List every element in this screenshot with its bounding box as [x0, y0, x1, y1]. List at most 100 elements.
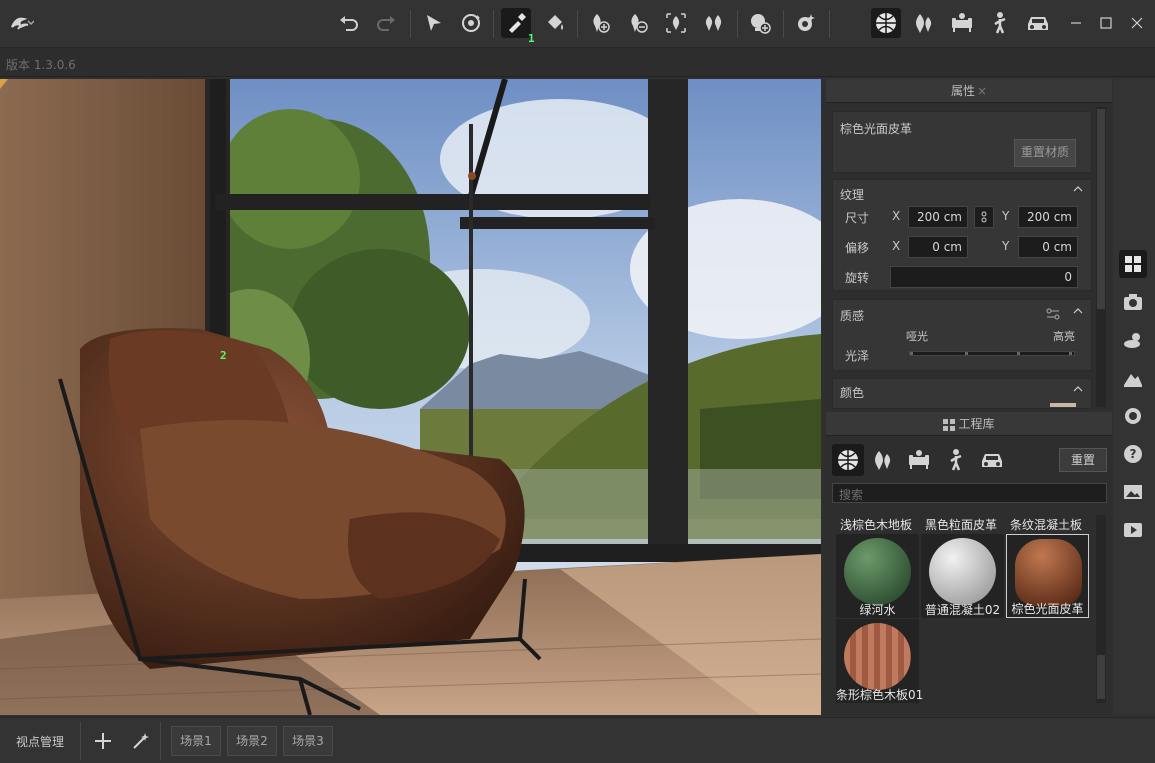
close-icon[interactable]	[1122, 8, 1152, 38]
material-tab-icon[interactable]	[832, 444, 864, 476]
redo-icon[interactable]	[371, 8, 401, 38]
sun-settings-icon[interactable]	[791, 8, 821, 38]
color-swatch[interactable]	[1050, 403, 1076, 407]
scene-tab-3[interactable]: 场景3	[283, 726, 333, 756]
divider	[80, 722, 81, 760]
offset-label: 偏移	[845, 241, 870, 255]
maximize-icon[interactable]	[1091, 8, 1121, 38]
select-arrow-icon[interactable]	[418, 8, 448, 38]
offset-x-input[interactable]: 0 cm	[908, 236, 968, 258]
orbit-icon[interactable]	[456, 8, 486, 38]
furniture-tab-icon[interactable]	[903, 444, 935, 476]
library-search-input[interactable]: 搜索	[832, 483, 1107, 503]
minimize-icon[interactable]	[1061, 8, 1091, 38]
offset-y-input[interactable]: 0 cm	[1018, 236, 1078, 258]
people-library-icon[interactable]	[985, 8, 1015, 38]
paint-bucket-icon[interactable]	[540, 8, 570, 38]
material-tile-selected[interactable]: 棕色光面皮革	[1006, 534, 1089, 618]
collapse-icon[interactable]	[1073, 384, 1083, 394]
vehicle-library-icon[interactable]	[1023, 8, 1053, 38]
properties-title: 属性	[950, 84, 975, 98]
material-preview	[1015, 539, 1082, 606]
3d-viewport[interactable]: 2	[0, 79, 821, 715]
properties-header: 属性 ×	[826, 79, 1112, 103]
quality-label: 质感	[840, 309, 865, 323]
add-scene-icon[interactable]	[92, 730, 114, 752]
gloss-slider[interactable]	[909, 351, 1075, 356]
scatter-tree-icon[interactable]	[661, 8, 691, 38]
undo-icon[interactable]	[334, 8, 364, 38]
svg-text:?: ?	[1130, 447, 1137, 461]
material-tile[interactable]: 绿河水	[836, 534, 919, 618]
people-tab-icon[interactable]	[940, 444, 972, 476]
settings-icon[interactable]	[1119, 402, 1147, 430]
collapse-icon[interactable]	[1073, 306, 1083, 316]
right-sidebar: ?	[1113, 79, 1155, 715]
image-icon[interactable]	[1119, 478, 1147, 506]
library-scrollbar[interactable]	[1096, 515, 1106, 703]
properties-close[interactable]: ×	[977, 84, 987, 98]
viewpoint-manager-button[interactable]: 视点管理	[16, 733, 64, 750]
camera-icon[interactable]	[1119, 288, 1147, 316]
library-item-label[interactable]: 条纹混凝土板	[1010, 516, 1082, 533]
logo-icon[interactable]	[6, 8, 36, 38]
library-title: 工程库	[958, 417, 995, 431]
toolbar-divider	[829, 10, 830, 38]
scene-tab-2[interactable]: 场景2	[227, 726, 277, 756]
settings-toggle-icon[interactable]	[1046, 308, 1060, 320]
color-label: 颜色	[840, 386, 865, 400]
offset-y-label: Y	[1002, 239, 1010, 253]
collapse-icon[interactable]	[1073, 184, 1083, 194]
material-library-icon[interactable]	[871, 8, 901, 38]
viewport-badge-2: 2	[220, 349, 227, 362]
remove-tree-icon[interactable]	[623, 8, 653, 38]
version-bar: 版本 1.3.0.6	[0, 49, 1155, 77]
version-label: 版本 1.3.0.6	[6, 58, 76, 72]
material-preview	[844, 623, 911, 690]
material-section: 棕色光面皮革 重置材质	[832, 111, 1092, 173]
eyedropper-icon[interactable]	[501, 8, 531, 38]
scene-tab-1[interactable]: 场景1	[171, 726, 221, 756]
add-tree-icon[interactable]	[585, 8, 615, 38]
size-x-input[interactable]: 200 cm	[908, 206, 968, 228]
texture-label: 纹理	[840, 188, 865, 202]
material-preview	[844, 538, 911, 605]
size-y-label: Y	[1002, 209, 1010, 223]
vegetation-tab-icon[interactable]	[867, 444, 899, 476]
reset-material-button[interactable]: 重置材质	[1014, 139, 1076, 167]
material-tile[interactable]: 普通混凝土02	[921, 534, 1004, 618]
magic-wand-icon[interactable]	[130, 730, 152, 752]
render-scene	[0, 79, 821, 715]
rotation-input[interactable]: 0	[890, 266, 1078, 288]
properties-panel: 属性 × 棕色光面皮革 重置材质 纹理 尺寸 X 200 cm Y 200 cm …	[826, 79, 1112, 409]
top-toolbar: 1	[0, 0, 1155, 48]
tool-badge-1: 1	[528, 32, 535, 45]
terrain-icon[interactable]	[1119, 364, 1147, 392]
material-tile-label: 普通混凝土02	[924, 603, 1001, 617]
help-icon[interactable]: ?	[1119, 440, 1147, 468]
vegetation-library-icon[interactable]	[909, 8, 939, 38]
color-section: 颜色	[832, 378, 1092, 409]
properties-scrollbar[interactable]	[1096, 107, 1106, 407]
gloss-label: 光泽	[845, 349, 870, 363]
furniture-library-icon[interactable]	[947, 8, 977, 38]
texture-section: 纹理 尺寸 X 200 cm Y 200 cm 偏移 X 0 cm Y 0 cm…	[832, 179, 1092, 291]
library-reset-button[interactable]: 重置	[1059, 448, 1107, 472]
glossy-label: 高亮	[1053, 330, 1075, 343]
toolbar-divider	[737, 10, 738, 38]
project-library-panel: 工程库 重置 搜索 浅棕色木地板 黑色粒面皮革 条纹混凝土板 绿河水 普通混凝土…	[826, 412, 1112, 715]
library-item-label[interactable]: 浅棕色木地板	[840, 516, 912, 533]
library-item-label[interactable]: 黑色粒面皮革	[925, 516, 997, 533]
material-tile[interactable]: 条形棕色木板01	[836, 619, 923, 703]
link-icon[interactable]	[974, 206, 994, 228]
size-y-input[interactable]: 200 cm	[1018, 206, 1078, 228]
grid-view-icon[interactable]	[1119, 250, 1147, 278]
divider	[160, 722, 161, 760]
vehicle-tab-icon[interactable]	[976, 444, 1008, 476]
video-icon[interactable]	[1119, 516, 1147, 544]
add-light-icon[interactable]	[745, 8, 775, 38]
weather-icon[interactable]	[1119, 326, 1147, 354]
toolbar-divider	[493, 10, 494, 38]
plants-icon[interactable]	[699, 8, 729, 38]
material-preview	[929, 538, 996, 605]
